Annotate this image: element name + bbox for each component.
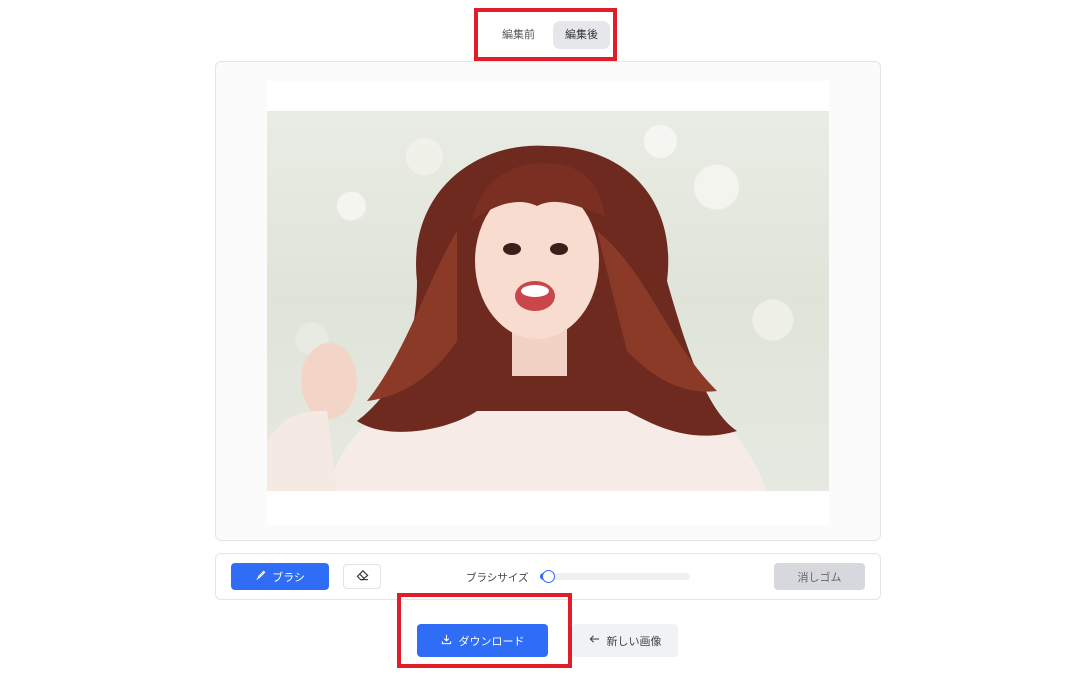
- brush-size-slider[interactable]: [540, 570, 690, 583]
- clear-eraser-button[interactable]: 消しゴム: [774, 563, 865, 590]
- download-icon: [441, 634, 452, 648]
- download-highlight: ダウンロード: [397, 593, 572, 668]
- editor-page: 編集前 編集後 ブラシ ブラシサイズ 消しゴム ダウンロード 新しい画像: [0, 0, 1078, 673]
- new-image-button[interactable]: 新しい画像: [572, 624, 678, 657]
- view-toggle: 編集前 編集後: [490, 21, 610, 49]
- tab-before[interactable]: 編集前: [490, 21, 547, 49]
- download-button[interactable]: ダウンロード: [417, 624, 548, 657]
- eraser-icon: [356, 569, 369, 584]
- view-toggle-highlight: 編集前 編集後: [474, 8, 617, 61]
- tab-after[interactable]: 編集後: [553, 21, 610, 49]
- brush-button-label: ブラシ: [272, 571, 305, 584]
- arrow-left-icon: [589, 634, 600, 647]
- download-button-label: ダウンロード: [458, 635, 525, 648]
- photo-illustration: [267, 145, 767, 491]
- brush-button[interactable]: ブラシ: [231, 563, 329, 590]
- new-image-button-label: 新しい画像: [606, 635, 662, 648]
- brush-icon: [255, 570, 266, 584]
- image-preview-frame: [215, 61, 881, 541]
- edited-photo[interactable]: [267, 111, 829, 491]
- brush-size-slider-thumb[interactable]: [541, 570, 555, 583]
- eraser-button[interactable]: [343, 564, 381, 589]
- brush-size-label: ブラシサイズ: [466, 572, 529, 584]
